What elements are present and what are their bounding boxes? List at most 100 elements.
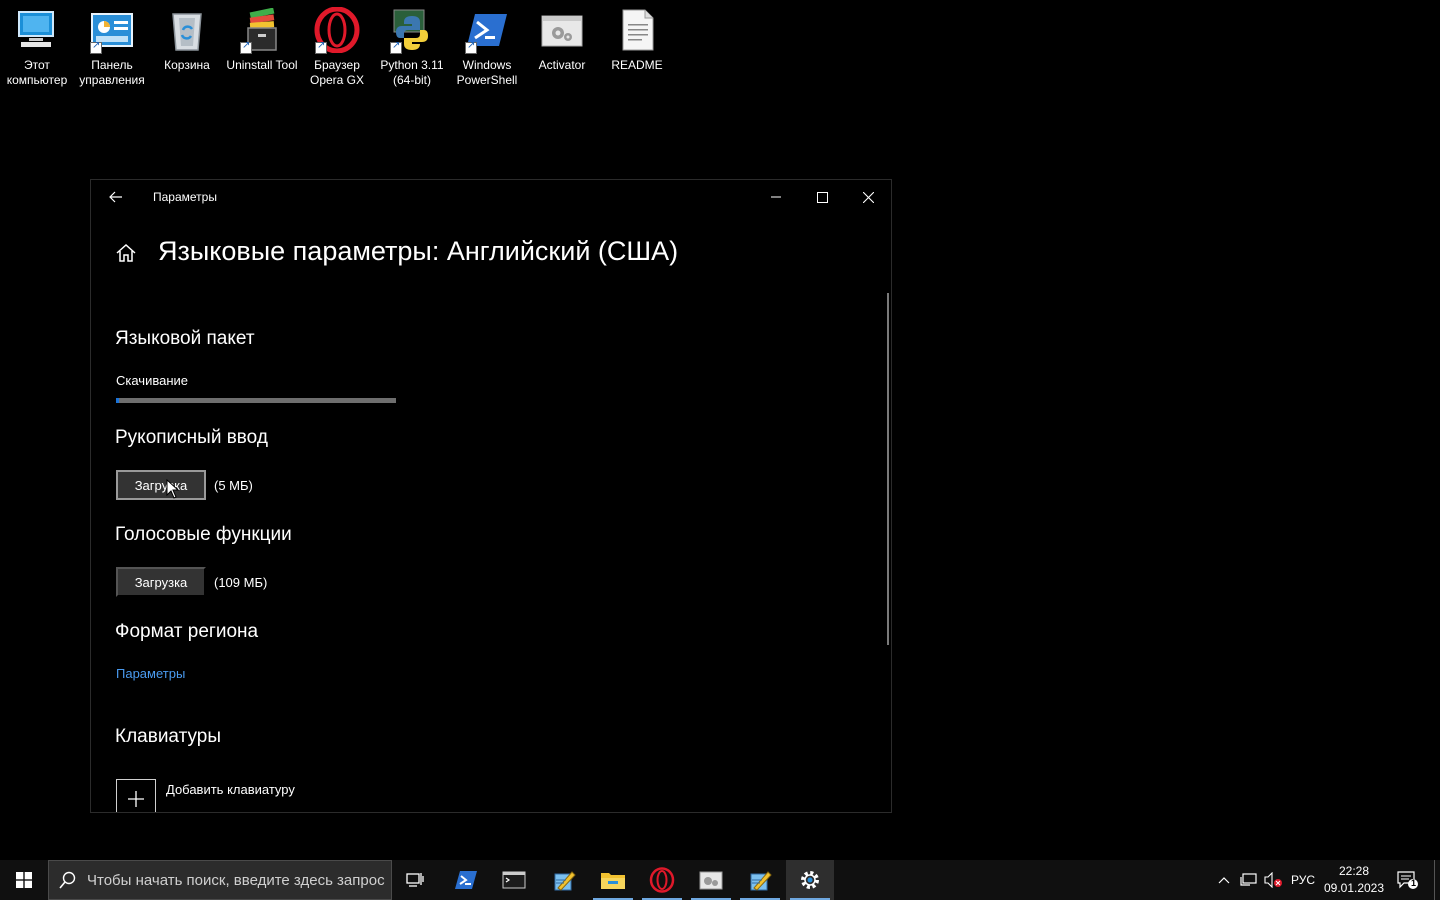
notification-count: 1	[1411, 878, 1417, 888]
powershell-icon	[455, 871, 477, 889]
terminal-icon	[502, 871, 526, 889]
control-panel-icon	[699, 871, 723, 890]
plus-icon	[128, 791, 144, 807]
maximize-icon	[816, 191, 828, 203]
speech-heading: Голосовые функции	[115, 524, 292, 545]
handwriting-heading: Рукописный ввод	[115, 427, 268, 448]
page-title: Языковые параметры: Английский (США)	[158, 236, 679, 266]
taskbar-search[interactable]	[48, 860, 392, 900]
desktop-icon-label: Windows PowerShell	[456, 58, 518, 87]
taskbar-opera-gx[interactable]	[638, 860, 686, 900]
maximize-button[interactable]	[799, 180, 845, 214]
desktop-icon-label: Панель управления	[79, 58, 145, 87]
desktop-icon-this-pc[interactable]: Этот компьютер	[0, 6, 74, 88]
minimize-icon	[771, 196, 781, 198]
desktop-icon-label: Этот компьютер	[6, 58, 68, 87]
download-progress-bar	[116, 398, 396, 403]
title-bar[interactable]: Параметры	[91, 180, 891, 214]
text-file-icon	[613, 6, 661, 54]
desktop-icon-label: Uninstall Tool	[226, 58, 298, 72]
scrollbar[interactable]	[887, 293, 889, 645]
desktop-icon-label: Браузер Opera GX	[309, 58, 365, 87]
control-panel-icon	[88, 6, 136, 54]
start-button[interactable]	[0, 860, 48, 900]
add-keyboard-button[interactable]	[116, 779, 156, 812]
clock[interactable]: 22:28 09.01.2023	[1320, 863, 1388, 897]
shortcut-arrow-icon	[465, 40, 477, 54]
file-explorer-icon	[601, 873, 625, 889]
window-title: Параметры	[153, 190, 217, 204]
task-view-icon	[406, 873, 424, 887]
desktop-icon-python[interactable]: Python 3.11 (64-bit)	[375, 6, 449, 88]
taskbar-control-panel[interactable]	[687, 860, 735, 900]
speech-download-button[interactable]: Загрузка	[116, 567, 206, 597]
network-button[interactable]	[1238, 860, 1260, 900]
chevron-up-icon	[1218, 877, 1230, 884]
speech-size: (109 МБ)	[214, 575, 268, 590]
this-pc-icon	[13, 6, 61, 54]
powershell-icon	[463, 6, 511, 54]
desktop-icon-uninstall-tool[interactable]: Uninstall Tool	[225, 6, 299, 73]
region-settings-link[interactable]: Параметры	[116, 666, 185, 681]
notepad-icon	[750, 871, 772, 891]
progress-fill	[116, 398, 119, 403]
add-keyboard-label[interactable]: Добавить клавиатуру	[166, 782, 295, 797]
desktop-icon-control-panel[interactable]: Панель управления	[75, 6, 149, 88]
taskbar: РУС 22:28 09.01.2023 1	[0, 860, 1440, 900]
desktop-icon-recycle-bin[interactable]: Корзина	[150, 6, 224, 73]
language-pack-heading: Языковой пакет	[115, 328, 255, 349]
recycle-bin-icon	[163, 6, 211, 54]
action-center-button[interactable]: 1	[1394, 860, 1422, 900]
opera-gx-icon	[313, 6, 361, 54]
input-language-button[interactable]: РУС	[1288, 860, 1318, 900]
shortcut-arrow-icon	[90, 40, 102, 54]
keyboards-heading: Клавиатуры	[115, 726, 222, 747]
close-button[interactable]	[845, 180, 891, 214]
handwriting-download-button[interactable]: Загрузка	[116, 470, 206, 500]
desktop-icon-opera-gx[interactable]: Браузер Opera GX	[300, 6, 374, 88]
clock-date: 09.01.2023	[1323, 881, 1385, 895]
shortcut-arrow-icon	[240, 40, 252, 54]
network-icon	[1240, 873, 1257, 886]
python-icon	[388, 6, 436, 54]
search-input[interactable]	[87, 871, 387, 889]
back-arrow-icon	[109, 191, 122, 203]
clock-time: 22:28	[1338, 864, 1370, 878]
settings-icon	[801, 871, 819, 889]
region-format-heading: Формат региона	[115, 621, 259, 642]
close-icon	[862, 191, 874, 203]
notepad-icon	[554, 871, 576, 891]
shortcut-arrow-icon	[315, 40, 327, 54]
activator-icon	[538, 6, 586, 54]
volume-button[interactable]	[1262, 860, 1284, 900]
search-icon	[49, 871, 87, 889]
shortcut-arrow-icon	[390, 40, 402, 54]
desktop-icon-powershell[interactable]: Windows PowerShell	[450, 6, 524, 88]
home-icon[interactable]	[115, 242, 137, 264]
input-language: РУС	[1290, 873, 1316, 887]
back-button[interactable]	[99, 184, 133, 210]
desktop-icon-activator[interactable]: Activator	[525, 6, 599, 73]
desktop-icon-label: Python 3.11 (64-bit)	[380, 58, 444, 87]
desktop-icon-readme[interactable]: README	[600, 6, 674, 73]
taskbar-notepad-1[interactable]	[540, 860, 588, 900]
opera-gx-icon	[649, 867, 675, 893]
desktop-icon-label: README	[611, 58, 663, 72]
show-hidden-icons-button[interactable]	[1212, 860, 1236, 900]
volume-muted-icon	[1264, 872, 1282, 888]
minimize-button[interactable]	[753, 180, 799, 214]
handwriting-size: (5 МБ)	[214, 478, 253, 493]
taskbar-notepad-2[interactable]	[736, 860, 784, 900]
show-desktop-button[interactable]	[1434, 860, 1440, 900]
windows-logo-icon	[16, 872, 32, 888]
taskbar-file-explorer[interactable]	[589, 860, 637, 900]
desktop-icon-label: Activator	[538, 58, 586, 72]
task-view-button[interactable]	[392, 860, 440, 900]
taskbar-powershell[interactable]	[442, 860, 490, 900]
mouse-cursor-icon	[166, 479, 180, 499]
taskbar-terminal[interactable]	[490, 860, 538, 900]
settings-window: Параметры Языковые параметры: Английский…	[90, 179, 892, 813]
uninstall-tool-icon	[238, 6, 286, 54]
desktop-icon-label: Корзина	[164, 58, 210, 72]
taskbar-settings[interactable]	[786, 860, 834, 900]
